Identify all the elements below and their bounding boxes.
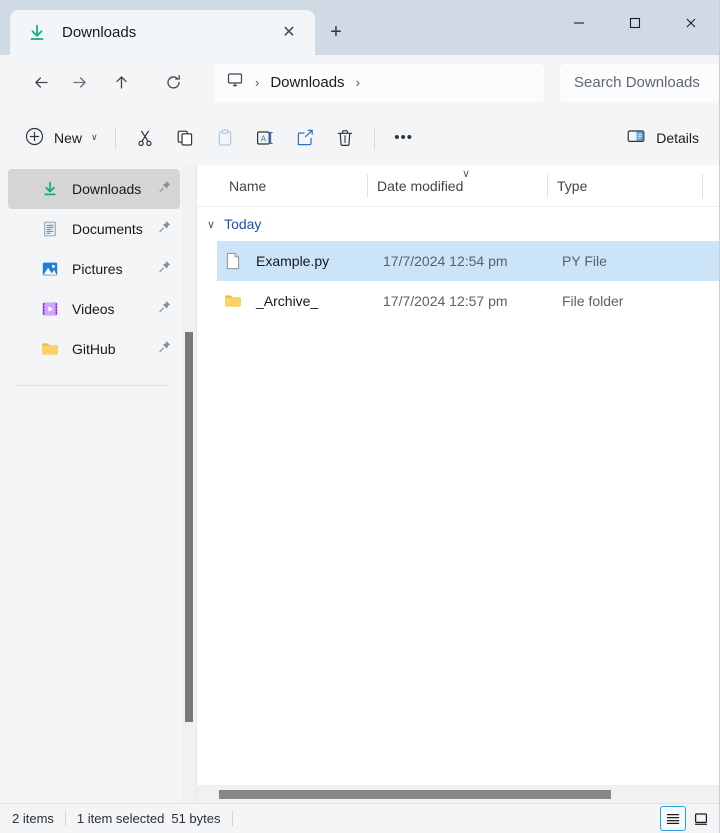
pin-icon[interactable] <box>158 260 172 279</box>
chevron-down-icon: ∨ <box>91 132 98 143</box>
column-header-name[interactable]: Name <box>229 165 266 207</box>
view-toggle-group <box>660 806 714 831</box>
pictures-folder-icon <box>40 259 60 279</box>
window-controls <box>551 0 719 46</box>
tab-downloads[interactable]: Downloads ✕ <box>10 10 315 55</box>
sidebar-item-pictures[interactable]: Pictures <box>8 249 180 289</box>
file-explorer-window: Downloads ✕ + <box>0 0 720 833</box>
file-rows: ∨ Today Example.py 17/7/2024 12:54 pm PY… <box>197 207 719 785</box>
sidebar-scrollbar[interactable] <box>182 165 196 803</box>
breadcrumb[interactable]: › Downloads › <box>214 64 544 102</box>
status-bar: 2 items 1 item selected 51 bytes <box>0 803 719 833</box>
address-bar: › Downloads › Search Downloads <box>0 55 719 110</box>
group-header-today[interactable]: ∨ Today <box>197 207 719 241</box>
sort-indicator-icon: ∨ <box>462 167 470 180</box>
selection-size-label: 51 bytes <box>171 811 220 826</box>
file-date-modified: 17/7/2024 12:54 pm <box>383 253 508 269</box>
tab-close-icon[interactable]: ✕ <box>277 21 301 45</box>
large-icons-view-button[interactable] <box>688 806 714 831</box>
file-name: _Archive_ <box>256 293 318 309</box>
column-header-type[interactable]: Type <box>557 165 587 207</box>
file-list-pane: Name Date modified Type ∨ ∨ Today <box>196 165 719 803</box>
details-view-button[interactable] <box>660 806 686 831</box>
file-type: PY File <box>562 253 607 269</box>
horizontal-scrollbar-thumb[interactable] <box>219 790 611 799</box>
item-count-label: 2 items <box>12 811 54 826</box>
details-pane-label: Details <box>656 130 699 146</box>
maximize-icon[interactable] <box>607 0 663 46</box>
status-divider-2 <box>232 811 233 826</box>
file-type: File folder <box>562 293 623 309</box>
share-button[interactable] <box>285 120 325 156</box>
minimize-icon[interactable] <box>551 0 607 46</box>
breadcrumb-current-path[interactable]: Downloads <box>270 74 344 91</box>
sidebar-item-downloads[interactable]: Downloads <box>8 169 180 209</box>
details-pane-button[interactable]: Details <box>620 121 705 155</box>
sidebar-item-label: GitHub <box>72 341 116 357</box>
close-icon[interactable] <box>663 0 719 46</box>
explorer-body: Downloads Documents <box>0 165 719 803</box>
delete-button[interactable] <box>325 120 365 156</box>
file-name: Example.py <box>256 253 329 269</box>
download-folder-icon <box>40 179 60 199</box>
more-options-button[interactable]: ••• <box>384 120 424 156</box>
svg-text:A: A <box>260 134 266 143</box>
status-divider-1 <box>65 811 66 826</box>
pin-icon[interactable] <box>158 300 172 319</box>
sidebar-item-label: Downloads <box>72 181 141 197</box>
sidebar-divider <box>16 385 168 386</box>
column-headers: Name Date modified Type ∨ <box>197 165 719 207</box>
forward-arrow-icon[interactable] <box>60 66 98 100</box>
navigation-sidebar: Downloads Documents <box>0 165 196 803</box>
pin-icon[interactable] <box>158 220 172 239</box>
sidebar-item-videos[interactable]: Videos <box>8 289 180 329</box>
paste-button <box>205 120 245 156</box>
column-divider-1[interactable] <box>367 174 368 198</box>
details-pane-icon <box>626 126 646 149</box>
sidebar-item-documents[interactable]: Documents <box>8 209 180 249</box>
pin-icon[interactable] <box>158 180 172 199</box>
cut-button[interactable] <box>125 120 165 156</box>
new-button-label: New <box>54 130 82 146</box>
download-arrow-icon <box>26 22 48 44</box>
sidebar-scrollbar-thumb[interactable] <box>185 332 193 722</box>
selection-count-label: 1 item selected <box>77 811 164 826</box>
folder-icon <box>40 339 60 359</box>
sidebar-item-label: Pictures <box>72 261 123 277</box>
command-toolbar: New ∨ A <box>0 110 719 165</box>
file-icon <box>223 251 243 271</box>
table-row[interactable]: Example.py 17/7/2024 12:54 pm PY File <box>217 241 719 281</box>
tab-label: Downloads <box>62 24 136 41</box>
group-header-label: Today <box>224 216 261 232</box>
pin-icon[interactable] <box>158 340 172 359</box>
search-input[interactable]: Search Downloads <box>560 64 719 102</box>
new-tab-button[interactable]: + <box>315 10 357 55</box>
column-header-date-modified[interactable]: Date modified <box>377 165 463 207</box>
table-row[interactable]: _Archive_ 17/7/2024 12:57 pm File folder <box>217 281 719 321</box>
back-arrow-icon[interactable] <box>22 66 60 100</box>
videos-folder-icon <box>40 299 60 319</box>
copy-button[interactable] <box>165 120 205 156</box>
rename-button[interactable]: A <box>245 120 285 156</box>
sidebar-item-github[interactable]: GitHub <box>8 329 180 369</box>
folder-icon <box>223 291 243 311</box>
file-date-modified: 17/7/2024 12:57 pm <box>383 293 508 309</box>
breadcrumb-separator-2[interactable]: › <box>356 75 360 90</box>
toolbar-divider-2 <box>374 127 375 149</box>
this-pc-icon[interactable] <box>226 71 244 94</box>
sidebar-item-label: Documents <box>72 221 143 237</box>
title-bar: Downloads ✕ + <box>0 0 719 55</box>
chevron-down-icon: ∨ <box>207 218 215 231</box>
new-button[interactable]: New ∨ <box>22 121 106 155</box>
plus-circle-icon <box>24 126 45 150</box>
column-divider-2[interactable] <box>547 174 548 198</box>
toolbar-divider-1 <box>115 127 116 149</box>
column-divider-3[interactable] <box>702 174 703 198</box>
horizontal-scrollbar[interactable] <box>197 785 719 803</box>
refresh-icon[interactable] <box>154 66 192 100</box>
sidebar-item-label: Videos <box>72 301 115 317</box>
documents-folder-icon <box>40 219 60 239</box>
up-arrow-icon[interactable] <box>102 66 140 100</box>
breadcrumb-separator-1: › <box>255 75 259 90</box>
